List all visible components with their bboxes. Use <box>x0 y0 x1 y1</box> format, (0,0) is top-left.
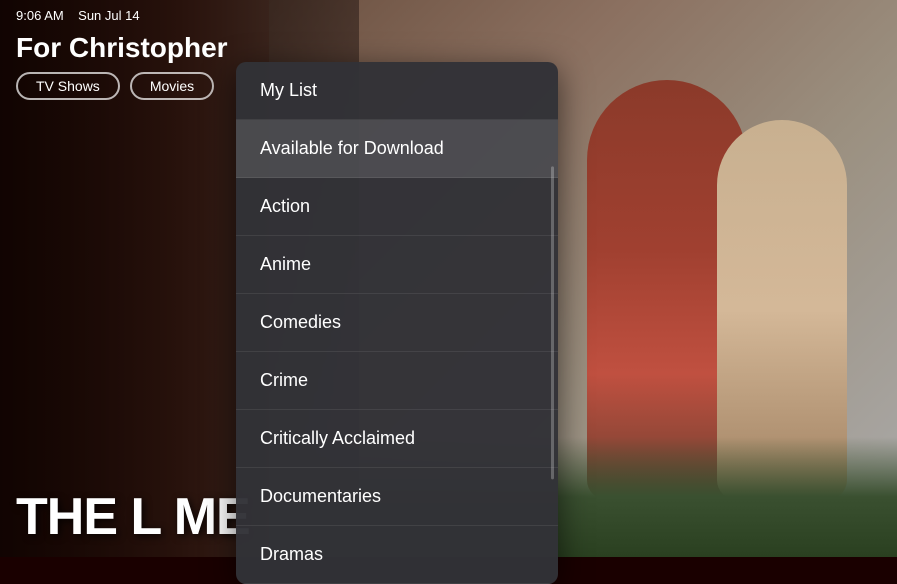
dropdown-item-anime[interactable]: Anime <box>236 236 558 294</box>
time-date: 9:06 AM Sun Jul 14 <box>16 8 140 23</box>
dropdown-item-documentaries[interactable]: Documentaries <box>236 468 558 526</box>
dropdown-item-comedies[interactable]: Comedies <box>236 294 558 352</box>
dropdown-item-my-list[interactable]: My List <box>236 62 558 120</box>
dropdown-item-action[interactable]: Action <box>236 178 558 236</box>
page-title: For Christopher <box>16 32 228 64</box>
dropdown-item-crime[interactable]: Crime <box>236 352 558 410</box>
dropdown-item-critically-acclaimed[interactable]: Critically Acclaimed <box>236 410 558 468</box>
genre-dropdown: My List Available for Download Action An… <box>236 62 558 584</box>
nav-movies[interactable]: Movies <box>130 72 214 100</box>
dropdown-item-available-download[interactable]: Available for Download <box>236 120 558 178</box>
time: 9:06 AM <box>16 8 64 23</box>
dropdown-item-dramas[interactable]: Dramas <box>236 526 558 584</box>
nav-tv-shows[interactable]: TV Shows <box>16 72 120 100</box>
date: Sun Jul 14 <box>78 8 139 23</box>
nav-pills: TV Shows Movies <box>16 72 214 100</box>
dropdown-scrollbar <box>551 166 554 479</box>
show-title: THE L ME <box>16 487 250 547</box>
top-bar: 9:06 AM Sun Jul 14 <box>0 0 897 31</box>
